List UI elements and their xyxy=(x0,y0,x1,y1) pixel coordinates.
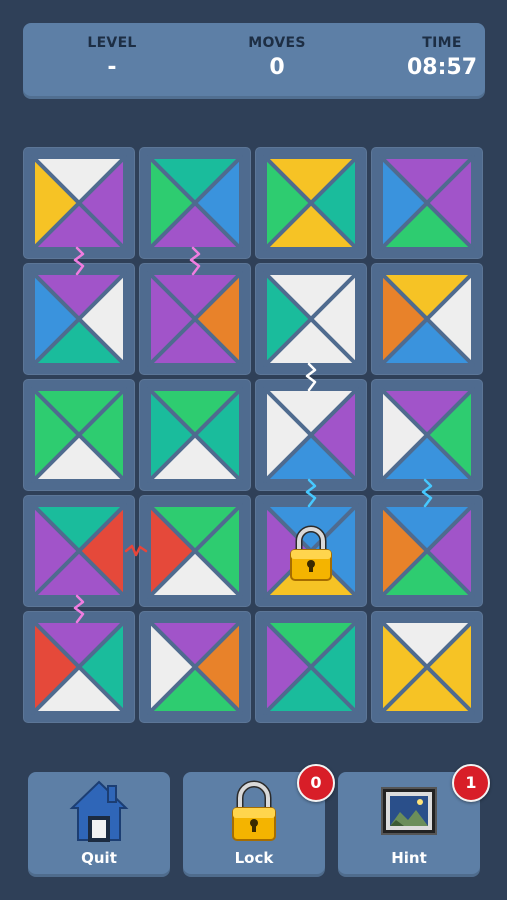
puzzle-tile[interactable] xyxy=(255,147,367,259)
lock-label: Lock xyxy=(234,849,274,867)
moves-value: 0 xyxy=(269,55,285,80)
lock-button[interactable]: Lock 0 xyxy=(183,764,335,877)
puzzle-tile[interactable] xyxy=(255,379,367,491)
hint-label: Hint xyxy=(391,849,427,867)
edge-match-spark xyxy=(301,478,321,508)
puzzle-tile[interactable] xyxy=(371,379,483,491)
hint-count-badge: 1 xyxy=(452,764,490,802)
edge-match-spark xyxy=(417,478,437,508)
edge-match-spark xyxy=(185,246,205,276)
puzzle-tile[interactable] xyxy=(371,611,483,723)
stats-panel: LEVEL - MOVES 0 TIME 08:57 xyxy=(23,23,485,99)
padlock-icon xyxy=(232,780,276,841)
puzzle-tile[interactable] xyxy=(139,379,251,491)
puzzle-tile[interactable] xyxy=(139,147,251,259)
puzzle-tile[interactable] xyxy=(139,611,251,723)
puzzle-tile[interactable] xyxy=(139,495,251,607)
edge-match-spark xyxy=(69,594,89,624)
puzzle-tile[interactable] xyxy=(371,263,483,375)
puzzle-tile[interactable] xyxy=(23,611,135,723)
edge-match-spark xyxy=(301,362,321,392)
level-stat: LEVEL - xyxy=(52,35,172,80)
puzzle-tile[interactable] xyxy=(255,263,367,375)
level-label: LEVEL xyxy=(87,35,137,51)
time-label: TIME xyxy=(422,35,462,51)
puzzle-tile[interactable] xyxy=(23,263,135,375)
house-icon xyxy=(69,780,129,842)
quit-label: Quit xyxy=(81,849,117,867)
puzzle-tile[interactable] xyxy=(255,495,367,607)
puzzle-tile[interactable] xyxy=(23,379,135,491)
moves-stat: MOVES 0 xyxy=(217,35,337,80)
edge-match-spark xyxy=(69,246,89,276)
quit-button[interactable]: Quit xyxy=(28,772,170,877)
puzzle-tile[interactable] xyxy=(255,611,367,723)
time-stat: TIME 08:57 xyxy=(382,35,502,80)
game-board xyxy=(23,147,485,724)
level-value: - xyxy=(107,55,117,80)
hint-button[interactable]: Hint 1 xyxy=(338,764,490,877)
moves-label: MOVES xyxy=(248,35,306,51)
puzzle-tile[interactable] xyxy=(139,263,251,375)
time-value: 08:57 xyxy=(406,55,478,80)
edge-match-spark xyxy=(124,538,148,564)
puzzle-tile[interactable] xyxy=(23,495,135,607)
framed-picture-icon xyxy=(381,787,437,835)
puzzle-tile[interactable] xyxy=(371,147,483,259)
puzzle-tile[interactable] xyxy=(371,495,483,607)
puzzle-tile[interactable] xyxy=(23,147,135,259)
lock-count-badge: 0 xyxy=(297,764,335,802)
